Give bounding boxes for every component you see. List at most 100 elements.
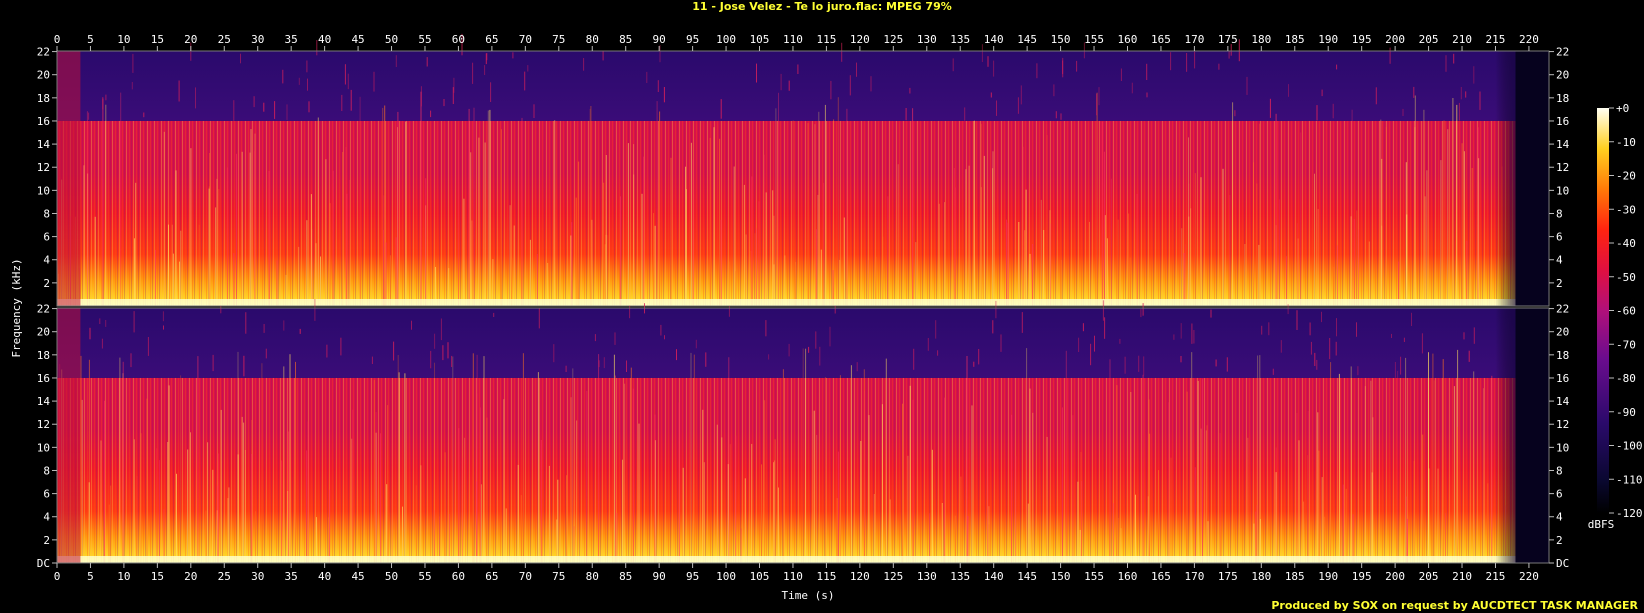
spike [1389, 47, 1391, 64]
transient [745, 234, 747, 306]
transient [605, 155, 607, 306]
spike [1090, 343, 1092, 366]
spike [163, 325, 164, 330]
y-tick-label-left: 4 [43, 511, 50, 524]
transient [251, 453, 253, 563]
transient [1370, 380, 1372, 563]
spike [1000, 334, 1002, 352]
transient [503, 399, 505, 563]
spike [614, 332, 616, 345]
transient [1072, 415, 1074, 563]
x-tick-label-bottom: 80 [586, 570, 599, 583]
transient [915, 242, 917, 306]
spike [102, 97, 104, 110]
y-tick-label-left: 16 [37, 115, 50, 128]
y-tick-label-right: 14 [1556, 138, 1570, 151]
x-tick-label-top: 30 [251, 33, 264, 46]
x-tick-label-bottom: 140 [984, 570, 1004, 583]
transient [1229, 195, 1231, 306]
spike [1218, 63, 1220, 70]
spectrogram-panel-2 [56, 299, 1550, 564]
transient [136, 476, 138, 563]
transient [397, 111, 399, 307]
x-tick-label-bottom: 10 [117, 570, 130, 583]
transient [342, 152, 343, 306]
transient [816, 434, 818, 563]
transient [463, 198, 465, 306]
spike [1316, 359, 1318, 370]
texture [57, 120, 1516, 306]
spike [663, 87, 665, 103]
x-tick-label-bottom: 110 [783, 570, 803, 583]
transient [1029, 388, 1031, 563]
transient [775, 108, 777, 306]
x-tick-label-top: 5 [87, 33, 94, 46]
transient [721, 437, 723, 563]
x-tick-label-top: 115 [816, 33, 836, 46]
spectrogram-panels [56, 33, 1550, 564]
transient [283, 366, 285, 563]
transient [619, 196, 621, 306]
spike [274, 101, 276, 119]
spike [1375, 87, 1377, 105]
transient [1423, 109, 1425, 306]
transient [375, 412, 377, 563]
transient [823, 182, 824, 306]
transient [1491, 375, 1493, 563]
spike [1238, 39, 1240, 62]
spike [1421, 333, 1423, 354]
transient [598, 354, 600, 563]
spike [765, 320, 767, 337]
transient [405, 121, 407, 306]
spike [657, 80, 659, 92]
transient [659, 111, 661, 306]
colorbar-tick-label: -50 [1616, 271, 1636, 284]
spike [393, 341, 395, 361]
transient [1117, 219, 1119, 306]
transient [889, 499, 891, 563]
spike [1146, 63, 1148, 80]
transient [425, 178, 427, 306]
x-tick-label-top: 35 [285, 33, 298, 46]
y-tick-label-right: 2 [1556, 534, 1563, 547]
spike [598, 360, 600, 368]
transient [572, 368, 574, 563]
transient [317, 117, 319, 306]
colorbar-tick-label: -90 [1616, 406, 1636, 419]
x-tick-label-bottom: 120 [850, 570, 870, 583]
transient [190, 432, 191, 563]
y-tick-label-right: 2 [1556, 277, 1563, 290]
transient [589, 108, 591, 307]
transient [216, 510, 218, 563]
x-tick-label-top: 40 [318, 33, 331, 46]
transient [953, 168, 955, 306]
transient [484, 142, 486, 306]
spike [105, 94, 107, 101]
transient [1296, 223, 1298, 306]
transient [163, 509, 165, 563]
transient [586, 390, 588, 563]
spike [1053, 84, 1055, 97]
transient [1471, 168, 1473, 306]
spike [973, 361, 975, 367]
spike [995, 300, 997, 319]
x-tick-label-bottom: 190 [1318, 570, 1338, 583]
transient [288, 431, 290, 563]
spike [1394, 362, 1396, 378]
transient [1026, 348, 1028, 563]
transient [521, 117, 523, 307]
transient [236, 153, 237, 306]
spike [964, 107, 966, 121]
transient [774, 439, 776, 563]
transient [420, 465, 422, 563]
spike [1473, 66, 1475, 84]
spike [1403, 337, 1405, 342]
transient [329, 489, 331, 563]
transient [1018, 222, 1020, 306]
spike [245, 312, 247, 334]
transient [470, 152, 472, 306]
transient [1247, 437, 1249, 563]
spike [1170, 52, 1172, 71]
spike [1094, 335, 1095, 352]
x-tick-label-top: 200 [1385, 33, 1405, 46]
